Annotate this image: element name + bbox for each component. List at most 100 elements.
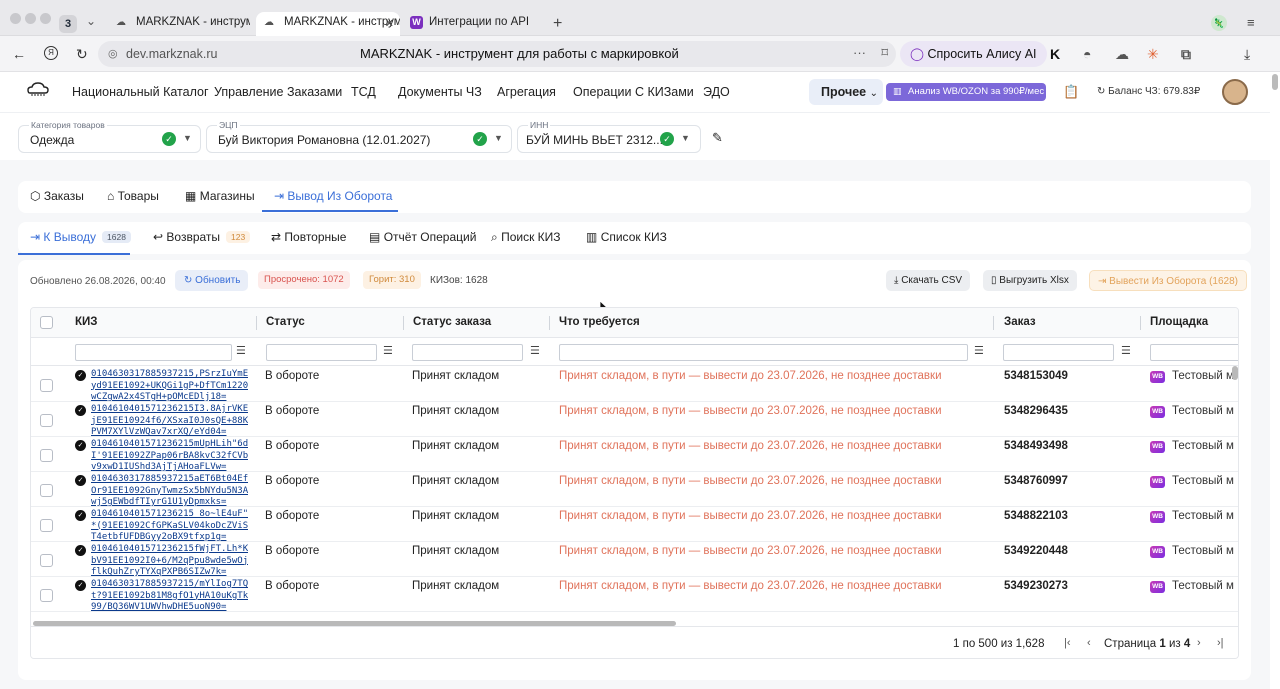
ask-alice-button[interactable]: ◯ Спросить Алису AI [900,41,1047,67]
extension-hat-icon[interactable]: ◓ [1083,46,1091,62]
table-row[interactable]: ✓ 0104610401571236215fWjFT.Lh*K bV91EE10… [31,542,1238,578]
filter-icon[interactable]: ☰ [1121,344,1131,357]
download-csv-button[interactable]: ⤓ Скачать CSV [886,270,971,291]
table-row[interactable]: ✓ 0104630317885937215,PSrzIuYmE yd91EE10… [31,367,1238,403]
back-arrow-icon[interactable]: ← [12,46,26,62]
table-row[interactable]: ✓ 0104630317885937215/mYlIog7TQ t?91EE10… [31,577,1238,613]
row-checkbox[interactable] [40,414,53,427]
extension-k-icon[interactable]: K [1050,46,1060,62]
page-vertical-scrollbar[interactable] [1270,72,1280,689]
header-order[interactable]: Заказ [1004,316,1036,328]
category-select[interactable]: Категория товаров Одежда ✓ ▼ [18,120,201,153]
platform-filter-input[interactable] [1150,344,1238,361]
reload-icon[interactable]: ↻ [76,46,88,63]
tab-stores[interactable]: ▦ Магазины [185,189,255,203]
kiz-filter-input[interactable] [75,344,232,361]
kiz-code-link[interactable]: 0104610401571236215I3.8AjrVKE jE91EE1092… [91,404,248,438]
header-order-status[interactable]: Статус заказа [413,316,491,328]
table-row[interactable]: ✓ 0104610401571236215mUpHLih"6d I'91EE10… [31,437,1238,472]
subtab-returns[interactable]: ↩ Возвраты 123 [153,230,251,244]
kiz-code-link[interactable]: 0104630317885937215,PSrzIuYmE yd91EE1092… [91,369,248,403]
column-divider[interactable] [993,316,994,330]
tab-products[interactable]: ⌂ Товары [107,189,159,203]
new-tab-plus-icon[interactable]: + [553,15,562,33]
site-info-icon[interactable]: ◎ [108,47,118,60]
export-xlsx-button[interactable]: ▯ Выгрузить Xlsx [983,270,1077,291]
next-page-icon[interactable]: › [1197,637,1201,649]
kiz-code-link[interactable]: 0104630317885937215/mYlIog7TQ t?91EE1092… [91,579,248,613]
subtab-kiz-list[interactable]: ▥ Список КИЗ [586,230,667,244]
clipboard-icon[interactable]: 📋 [1063,84,1079,100]
extension-star-icon[interactable]: ✳ [1147,46,1159,63]
order-number-cell[interactable]: 5348153049 [1004,370,1068,382]
row-checkbox[interactable] [40,589,53,602]
refresh-button[interactable]: ↻ Обновить [175,270,248,291]
more-dots-icon[interactable]: ··· [853,45,866,60]
browser-tab-1[interactable]: ☁ MARKZNAK - инструмент [108,12,250,36]
yandex-home-icon[interactable]: Я [44,46,58,60]
user-avatar[interactable] [1222,79,1248,105]
kiz-code-link[interactable]: 0104610401571236215 8o~lE4uF"_ *(91EE109… [91,509,248,543]
order-number-cell[interactable]: 5348822103 [1004,510,1068,522]
order-number-cell[interactable]: 5348493498 [1004,440,1068,452]
table-row[interactable]: ✓ 0104610401571236215 8o~lE4uF"_ *(91EE1… [31,507,1238,543]
nav-order-management[interactable]: Управление Заказами [214,85,342,99]
first-page-icon[interactable]: |‹ [1064,637,1071,649]
requirement-filter-input[interactable] [559,344,968,361]
subtab-to-withdraw[interactable]: ⇥ К Выводу 1628 [30,230,131,244]
filter-icon[interactable]: ☰ [236,344,246,357]
row-checkbox[interactable] [40,519,53,532]
subtab-repeated[interactable]: ⇄ Повторные [271,230,346,244]
order-number-cell[interactable]: 5348760997 [1004,475,1068,487]
kiz-code-link[interactable]: 0104610401571236215fWjFT.Lh*K bV91EE1092… [91,544,248,578]
header-platform[interactable]: Площадка [1150,316,1208,328]
burning-badge[interactable]: Горит: 310 [363,271,421,289]
kiz-code-link[interactable]: 0104630317885937215aET6Bt04Ef Or91EE1092… [91,474,248,508]
withdraw-button[interactable]: ⇥ Вывести Из Оборота (1628) [1089,270,1247,291]
extension-cloud-icon[interactable]: ☁ [1115,46,1129,63]
bookmark-icon[interactable]: ⌑ [881,45,888,61]
nav-edo[interactable]: ЭДО [703,85,730,99]
row-checkbox[interactable] [40,449,53,462]
prev-page-icon[interactable]: ‹ [1087,637,1091,649]
select-all-checkbox[interactable] [40,316,53,329]
order-number-cell[interactable]: 5348296435 [1004,405,1068,417]
window-minimize-dot[interactable] [25,13,36,24]
markznak-logo-icon[interactable] [26,81,50,97]
nav-kiz-operations[interactable]: Операции С КИЗами [573,85,694,99]
signature-select[interactable]: ЭЦП Буй Виктория Романовна (12.01.2027) … [206,120,512,153]
nav-documents-chz[interactable]: Документы ЧЗ [398,85,482,99]
tab-count-badge[interactable]: 3 [59,15,77,33]
column-divider[interactable] [403,316,404,330]
wb-ozon-analysis-button[interactable]: ▥ Анализ WB/OZON за 990₽/мес [886,83,1046,101]
nav-aggregation[interactable]: Агрегация [497,85,556,99]
download-icon[interactable]: ⤓ [1244,46,1250,63]
extension-puzzle-icon[interactable]: ⧉ [1181,46,1191,63]
header-kiz[interactable]: КИЗ [75,316,98,328]
status-filter-input[interactable] [266,344,377,361]
row-checkbox[interactable] [40,484,53,497]
filter-icon[interactable]: ☰ [383,344,393,357]
table-row[interactable]: ✓ 0104630317885937215aET6Bt04Ef Or91EE10… [31,472,1238,508]
edit-pencil-icon[interactable]: ✎ [712,130,723,146]
order-number-cell[interactable]: 5349230273 [1004,580,1068,592]
window-zoom-dot[interactable] [40,13,51,24]
window-close-dot[interactable] [10,13,21,24]
overdue-badge[interactable]: Просрочено: 1072 [258,271,350,289]
column-divider[interactable] [1140,316,1141,330]
page-scroll-thumb[interactable] [1272,74,1278,90]
more-menu-button[interactable]: Прочее ⌄ [809,79,883,105]
order-status-filter-input[interactable] [412,344,523,361]
order-number-cell[interactable]: 5349220448 [1004,545,1068,557]
filter-icon[interactable]: ☰ [530,344,540,357]
profile-icon[interactable]: 🦎 [1211,15,1227,31]
tab-list-chevron-icon[interactable]: ⌄ [86,14,96,28]
tab-close-icon[interactable]: ✕ [385,17,394,30]
last-page-icon[interactable]: ›| [1217,637,1224,649]
row-checkbox[interactable] [40,379,53,392]
nav-tsd[interactable]: ТСД [351,85,376,99]
inn-select[interactable]: ИНН БУЙ МИНЬ ВЬЕТ 2312... ✓ ▼ [517,120,701,153]
filter-icon[interactable]: ☰ [974,344,984,357]
address-bar[interactable]: ◎ dev.markznak.ru MARKZNAK - инструмент … [98,41,896,67]
tab-orders[interactable]: ⬡ Заказы [30,189,84,203]
